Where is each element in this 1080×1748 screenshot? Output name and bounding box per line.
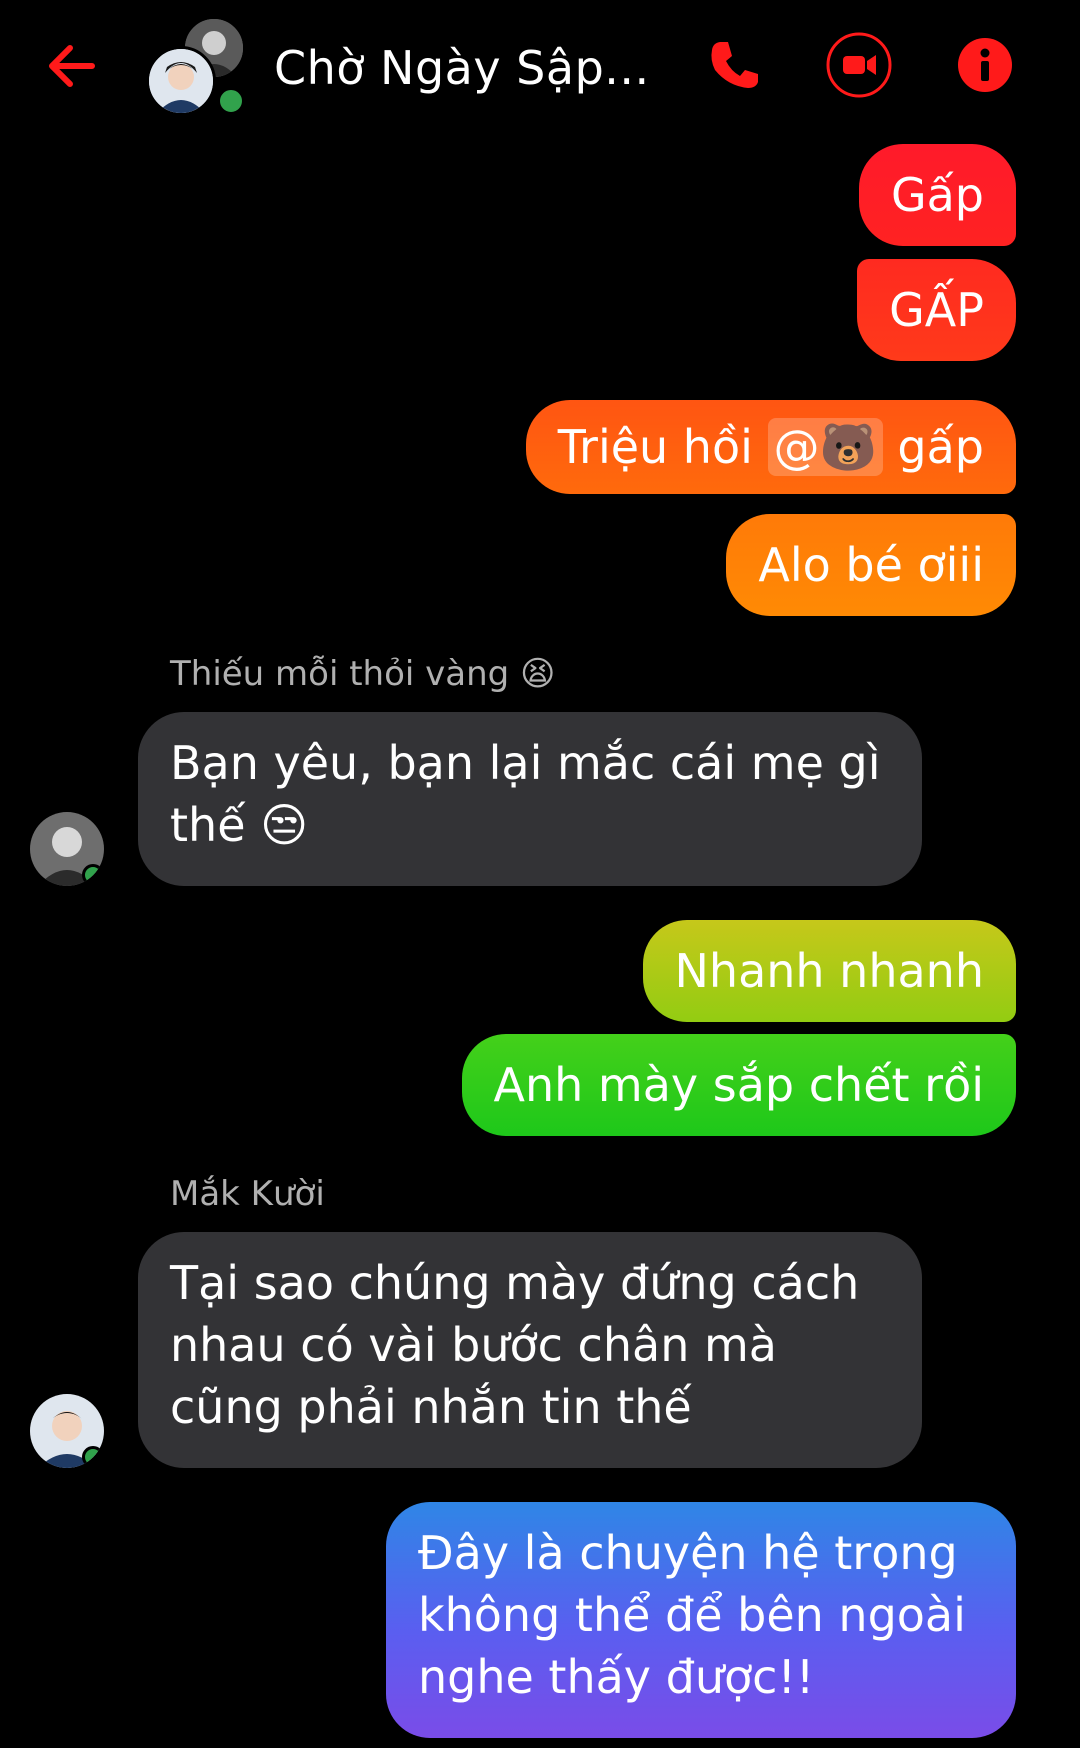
sender-avatar[interactable] xyxy=(30,1394,104,1468)
mention-tag[interactable]: @🐻 xyxy=(767,418,883,476)
message-bubble-incoming[interactable]: Tại sao chúng mày đứng cách nhau có vài … xyxy=(138,1232,922,1468)
phone-icon xyxy=(711,42,758,88)
info-icon xyxy=(958,38,1012,92)
message-text: Anh mày sắp chết rồi xyxy=(493,1058,984,1112)
message-text: GẤP xyxy=(889,283,984,337)
arrow-left-icon xyxy=(49,45,95,87)
message-text: gấp xyxy=(882,420,984,474)
group-avatar[interactable] xyxy=(146,16,250,116)
message-text: Alo bé ơiii xyxy=(758,538,984,592)
info-button[interactable] xyxy=(950,30,1020,100)
message-bubble-outgoing[interactable]: Anh mày sắp chết rồi xyxy=(461,1034,1016,1136)
message-text: Bạn yêu, bạn lại mắc cái mẹ gì thế 😒 xyxy=(170,736,881,852)
video-camera-icon xyxy=(826,32,892,98)
online-status-dot xyxy=(82,864,104,886)
message-bubble-outgoing[interactable]: Gấp xyxy=(858,144,1016,246)
call-button[interactable] xyxy=(700,30,770,100)
message-text: Tại sao chúng mày đứng cách nhau có vài … xyxy=(170,1256,860,1434)
back-button[interactable] xyxy=(40,34,104,98)
sender-name: Mắk Kười xyxy=(170,1174,325,1214)
message-text: Gấp xyxy=(890,168,984,222)
sender-avatar[interactable] xyxy=(30,812,104,886)
message-text: Triệu hồi xyxy=(557,420,768,474)
message-bubble-incoming[interactable]: Bạn yêu, bạn lại mắc cái mẹ gì thế 😒 xyxy=(138,712,922,886)
message-bubble-outgoing[interactable]: Đây là chuyện hệ trọng không thể để bên … xyxy=(386,1502,1016,1738)
message-text: Đây là chuyện hệ trọng không thể để bên … xyxy=(418,1526,966,1704)
message-text: Nhanh nhanh xyxy=(674,944,985,998)
message-bubble-outgoing[interactable]: Nhanh nhanh xyxy=(642,920,1016,1022)
online-status-dot xyxy=(216,86,246,116)
avatar xyxy=(146,46,216,116)
chat-header: Chờ Ngày Sập... xyxy=(0,0,1080,132)
conversation-title[interactable]: Chờ Ngày Sập... xyxy=(274,38,650,98)
video-call-button[interactable] xyxy=(824,30,894,100)
message-bubble-outgoing[interactable]: GẤP xyxy=(857,259,1016,361)
online-status-dot xyxy=(82,1446,104,1468)
sender-name: Thiếu mỗi thỏi vàng 😫 xyxy=(170,654,556,694)
message-bubble-outgoing[interactable]: Triệu hồi @🐻 gấp xyxy=(525,400,1016,494)
message-bubble-outgoing[interactable]: Alo bé ơiii xyxy=(726,514,1016,616)
